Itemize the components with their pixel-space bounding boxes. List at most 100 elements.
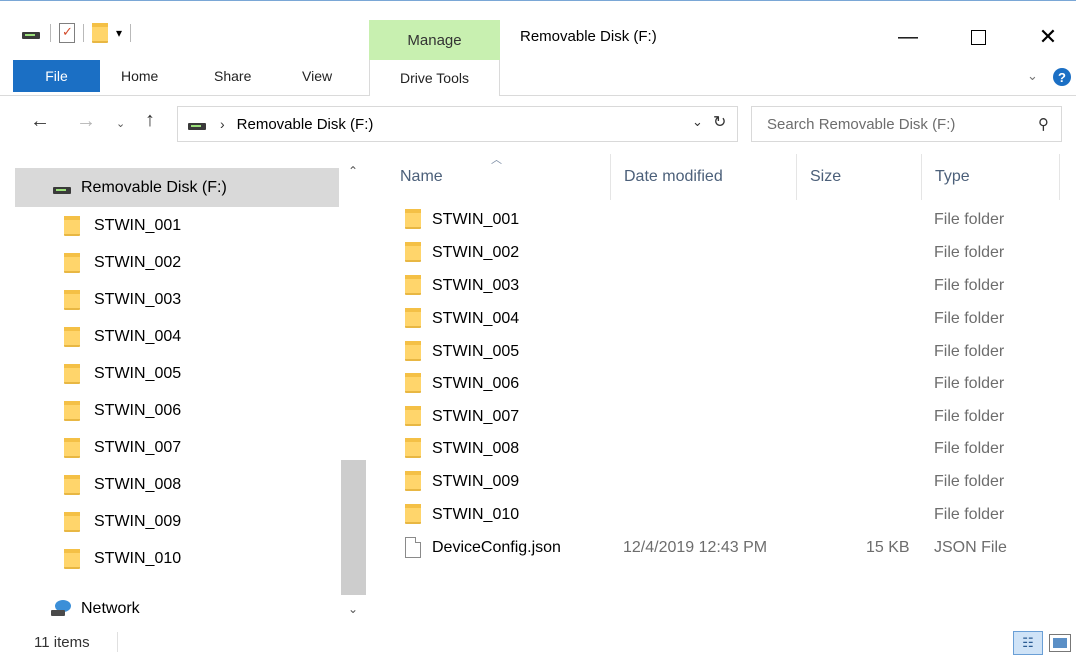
drive-icon: [53, 181, 73, 195]
new-folder-icon[interactable]: [92, 23, 108, 43]
folder-icon: [405, 341, 421, 361]
file-row[interactable]: STWIN_006 File folder: [392, 368, 1052, 400]
properties-icon[interactable]: [59, 23, 75, 43]
nav-item-folder[interactable]: STWIN_007: [64, 429, 181, 466]
nav-item-label: STWIN_006: [94, 401, 182, 419]
ribbon-tabs: File Home Share View Drive Tools ⌄ ?: [0, 60, 1076, 96]
nav-pane-scrollbar[interactable]: ⌃ ⌄: [341, 154, 366, 626]
file-name: STWIN_008: [432, 440, 520, 457]
nav-item-folder[interactable]: STWIN_009: [64, 503, 181, 540]
file-row[interactable]: STWIN_004 File folder: [392, 303, 1052, 335]
search-input[interactable]: Search Removable Disk (F:) ⚲: [751, 106, 1062, 142]
close-button[interactable]: ✕: [1025, 19, 1071, 55]
column-header-date-modified[interactable]: Date modified: [611, 154, 797, 200]
nav-item-folder[interactable]: STWIN_002: [64, 244, 181, 281]
nav-item-removable-disk[interactable]: Removable Disk (F:): [15, 168, 339, 207]
address-bar[interactable]: › Removable Disk (F:): [177, 106, 738, 142]
folder-icon: [64, 252, 80, 273]
tab-home[interactable]: Home: [121, 60, 158, 92]
nav-item-label: STWIN_007: [94, 438, 182, 456]
large-icons-view-button[interactable]: [1049, 634, 1071, 652]
refresh-icon[interactable]: ↻: [713, 112, 726, 132]
nav-item-label: STWIN_008: [94, 475, 182, 493]
details-view-button[interactable]: ☷: [1013, 631, 1043, 655]
recent-locations-icon[interactable]: ⌄: [116, 117, 125, 130]
file-row[interactable]: DeviceConfig.json 12/4/2019 12:43 PM 15 KB…: [392, 532, 1052, 564]
file-row[interactable]: STWIN_001 File folder: [392, 204, 1052, 236]
folder-icon: [64, 548, 80, 569]
nav-item-label: STWIN_001: [94, 216, 182, 234]
tab-share[interactable]: Share: [214, 60, 251, 92]
file-type: File folder: [934, 310, 1005, 327]
file-type: File folder: [934, 343, 1005, 360]
folder-icon: [405, 438, 421, 458]
minimize-button[interactable]: —: [885, 19, 931, 55]
nav-item-label: STWIN_003: [94, 290, 182, 308]
scrollbar-thumb[interactable]: [341, 460, 366, 595]
nav-item-folder[interactable]: STWIN_006: [64, 392, 181, 429]
file-row[interactable]: STWIN_009 File folder: [392, 466, 1052, 498]
nav-item-folder[interactable]: STWIN_005: [64, 355, 181, 392]
status-separator: [117, 632, 118, 652]
column-header-type[interactable]: Type: [922, 154, 1060, 200]
qat-separator: [83, 24, 84, 42]
folder-icon: [64, 400, 80, 421]
nav-item-network[interactable]: Network: [51, 590, 140, 627]
file-name: STWIN_002: [432, 244, 520, 261]
file-row[interactable]: STWIN_008 File folder: [392, 433, 1052, 465]
nav-item-folder[interactable]: STWIN_008: [64, 466, 181, 503]
nav-item-folder[interactable]: STWIN_001: [64, 207, 181, 244]
folder-icon: [405, 209, 421, 229]
folder-icon: [64, 326, 80, 347]
tab-file[interactable]: File: [13, 60, 100, 92]
scroll-down-icon[interactable]: ⌄: [348, 602, 358, 616]
nav-item-folder[interactable]: STWIN_010: [64, 540, 181, 577]
search-icon[interactable]: ⚲: [1038, 115, 1049, 133]
nav-item-label: STWIN_010: [94, 549, 182, 567]
tab-drive-tools[interactable]: Drive Tools: [369, 60, 500, 96]
maximize-button[interactable]: [955, 19, 1001, 55]
file-row[interactable]: STWIN_002 File folder: [392, 237, 1052, 269]
breadcrumb-separator-icon[interactable]: ›: [220, 116, 225, 132]
expand-ribbon-icon[interactable]: ⌄: [1027, 68, 1038, 84]
scroll-up-icon[interactable]: ⌃: [348, 164, 358, 178]
file-name: STWIN_003: [432, 277, 520, 294]
nav-item-folder[interactable]: STWIN_004: [64, 318, 181, 355]
file-row[interactable]: STWIN_003 File folder: [392, 270, 1052, 302]
address-dropdown-icon[interactable]: ⌄: [692, 114, 703, 130]
maximize-icon: [970, 29, 986, 45]
help-icon[interactable]: ?: [1053, 68, 1071, 86]
customize-qat-dropdown-icon[interactable]: ▾: [116, 26, 122, 40]
window-title: Removable Disk (F:): [520, 28, 657, 45]
folder-icon: [405, 275, 421, 295]
drive-icon[interactable]: [22, 26, 42, 40]
file-row[interactable]: STWIN_010 File folder: [392, 499, 1052, 531]
file-name: STWIN_009: [432, 473, 520, 490]
folder-icon: [405, 373, 421, 393]
file-name: STWIN_007: [432, 408, 520, 425]
folder-icon: [405, 406, 421, 426]
qat-separator: [130, 24, 132, 42]
file-name: STWIN_010: [432, 506, 520, 523]
breadcrumb-removable-disk[interactable]: Removable Disk (F:): [237, 116, 374, 133]
file-type: File folder: [934, 473, 1005, 490]
forward-button[interactable]: →: [76, 110, 96, 133]
folder-icon: [64, 437, 80, 458]
back-button[interactable]: ←: [30, 110, 50, 133]
json-file-icon: [405, 537, 421, 558]
up-button[interactable]: ↑: [145, 109, 155, 132]
file-type: File folder: [934, 211, 1005, 228]
folder-icon: [64, 289, 80, 310]
file-size: 15 KB: [866, 539, 910, 556]
file-row[interactable]: STWIN_007 File folder: [392, 401, 1052, 433]
file-name: STWIN_006: [432, 375, 520, 392]
nav-item-folder[interactable]: STWIN_003: [64, 281, 181, 318]
search-placeholder: Search Removable Disk (F:): [767, 115, 956, 133]
file-row[interactable]: STWIN_005 File folder: [392, 336, 1052, 368]
tab-view[interactable]: View: [302, 60, 332, 92]
qat-separator: [50, 24, 51, 42]
folder-icon: [405, 242, 421, 262]
nav-item-label: STWIN_009: [94, 512, 182, 530]
column-header-size[interactable]: Size: [797, 154, 922, 200]
folder-icon: [64, 215, 80, 236]
